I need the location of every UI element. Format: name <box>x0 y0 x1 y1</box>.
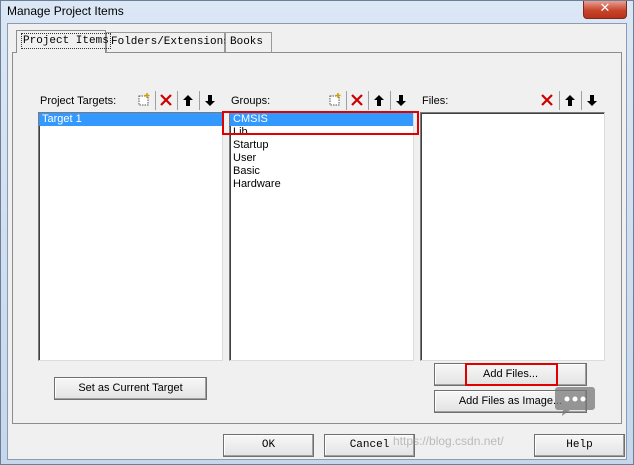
move-down-icon <box>395 95 406 106</box>
new-group-button[interactable] <box>325 91 345 110</box>
close-button[interactable]: ✕ <box>583 1 627 19</box>
project-targets-header: Project Targets: <box>38 91 222 110</box>
close-icon: ✕ <box>599 1 611 16</box>
new-icon <box>329 93 341 106</box>
move-target-up-button[interactable] <box>177 91 197 110</box>
files-label: Files: <box>422 95 449 107</box>
list-item[interactable]: Target 1 <box>39 113 222 126</box>
project-items-panel: Project Targets: Target 1 Groups: CMSIS … <box>12 52 622 424</box>
groups-list[interactable]: CMSIS Lib Startup User Basic Hardware <box>229 112 414 361</box>
tab-project-items[interactable]: Project Items <box>16 30 111 53</box>
new-icon <box>138 93 150 106</box>
tab-books-label: Books <box>230 36 264 48</box>
list-item[interactable]: User <box>230 152 413 165</box>
files-list[interactable] <box>420 112 605 361</box>
delete-icon <box>541 94 553 106</box>
delete-icon <box>350 94 363 106</box>
delete-icon <box>159 94 172 106</box>
help-button[interactable]: Help <box>534 434 625 457</box>
list-item[interactable]: Basic <box>230 165 413 178</box>
dialog-client-area: Project Items Folders/Extensions Books P… <box>7 23 627 460</box>
move-target-down-button[interactable] <box>199 91 219 110</box>
window-title: Manage Project Items <box>7 4 124 18</box>
watermark-text: https://blog.csdn.net/ <box>393 434 504 448</box>
list-item[interactable]: CMSIS <box>230 113 413 126</box>
new-target-button[interactable] <box>134 91 154 110</box>
add-files-button[interactable]: Add Files... <box>434 363 587 386</box>
project-targets-list[interactable]: Target 1 <box>38 112 223 361</box>
move-file-down-button[interactable] <box>581 91 601 110</box>
list-item[interactable]: Startup <box>230 139 413 152</box>
move-up-icon <box>564 95 575 106</box>
project-targets-label: Project Targets: <box>40 95 117 107</box>
move-group-up-button[interactable] <box>368 91 388 110</box>
move-down-icon <box>204 95 215 106</box>
groups-header: Groups: <box>229 91 413 110</box>
move-file-up-button[interactable] <box>559 91 579 110</box>
list-item[interactable]: Lib <box>230 126 413 139</box>
tab-project-items-label: Project Items <box>21 33 111 49</box>
move-group-down-button[interactable] <box>390 91 410 110</box>
move-down-icon <box>586 95 597 106</box>
delete-group-button[interactable] <box>346 91 366 110</box>
title-bar[interactable]: Manage Project Items ✕ <box>1 1 633 23</box>
files-header: Files: <box>420 91 604 110</box>
delete-target-button[interactable] <box>155 91 175 110</box>
ok-button[interactable]: OK <box>223 434 314 457</box>
move-up-icon <box>373 95 384 106</box>
tab-folders-extensions[interactable]: Folders/Extensions <box>106 32 230 52</box>
tab-books[interactable]: Books <box>225 32 272 52</box>
tab-folders-extensions-label: Folders/Extensions <box>111 36 230 48</box>
chat-bubble-icon <box>555 387 595 416</box>
move-up-icon <box>182 95 193 106</box>
manage-project-items-dialog: Manage Project Items ✕ Project Items Fol… <box>0 0 634 465</box>
list-item[interactable]: Hardware <box>230 178 413 191</box>
delete-file-button[interactable] <box>537 91 557 110</box>
set-current-target-button[interactable]: Set as Current Target <box>54 377 207 400</box>
groups-label: Groups: <box>231 95 271 107</box>
